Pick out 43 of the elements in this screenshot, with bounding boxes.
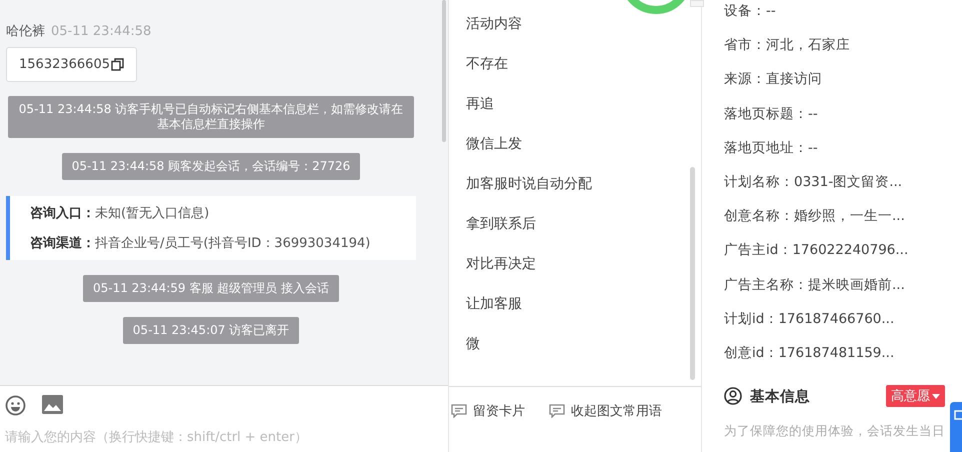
system-notice: 05-11 23:44:58 访客手机号已自动标记右侧基本信息栏，如需修改请在基本信息栏直接操作 bbox=[8, 96, 414, 138]
scrollbar[interactable] bbox=[442, 0, 446, 142]
detail-field: 创意id：176187481159... bbox=[724, 338, 962, 374]
inquiry-info-line: 咨询渠道：抖音企业号/员工号(抖音号ID：36993034194) bbox=[30, 234, 372, 252]
detail-field: 来源：直接访问 bbox=[724, 65, 962, 100]
detail-field: 广告主id：176022240796... bbox=[724, 236, 962, 270]
sender-name: 哈伦裤 bbox=[6, 23, 45, 40]
phrase-item[interactable]: 再追 bbox=[466, 92, 701, 132]
scrollbar[interactable] bbox=[690, 167, 695, 380]
section-title: 基本信息 bbox=[750, 388, 811, 406]
caret-icon bbox=[932, 394, 940, 399]
message-icon bbox=[451, 404, 467, 418]
phrase-action-button[interactable]: 留资卡片 bbox=[451, 401, 525, 421]
phone-message: 15632366605 bbox=[6, 47, 137, 82]
detail-field: 落地页地址：-- bbox=[724, 134, 962, 168]
detail-field: 省市：河北，石家庄 bbox=[724, 31, 962, 66]
phrase-item[interactable]: 微 bbox=[466, 332, 701, 372]
phrase-action-button[interactable]: 收起图文常用语 bbox=[549, 401, 662, 421]
detail-field: 计划id：176187466760... bbox=[724, 304, 962, 339]
system-notice: 05-11 23:45:07 访客已离开 bbox=[122, 317, 300, 344]
phrase-item[interactable]: 拿到联系后 bbox=[466, 212, 701, 252]
user-icon bbox=[724, 387, 742, 406]
phrase-item[interactable]: 不存在 bbox=[466, 52, 701, 92]
copy-icon[interactable] bbox=[110, 58, 124, 71]
detail-field: 创意名称：婚纱照，一生一... bbox=[724, 202, 962, 236]
message-time: 05-11 23:44:58 bbox=[51, 24, 152, 39]
system-notice: 05-11 23:44:59 客服 超级管理员 接入会话 bbox=[82, 275, 340, 302]
phrase-item[interactable]: 让加客服 bbox=[466, 292, 701, 332]
image-icon[interactable] bbox=[42, 395, 63, 414]
intent-tag-dropdown[interactable]: 高意愿 bbox=[886, 385, 945, 408]
privacy-note: 为了保障您的使用体验，会话发生当日 bbox=[724, 423, 946, 440]
phrase-item[interactable]: 微信上发 bbox=[466, 132, 701, 172]
system-notice: 05-11 23:44:58 顾客发起会话，会话编号：27726 bbox=[62, 153, 360, 180]
phrase-item[interactable]: 加客服时说自动分配 bbox=[466, 172, 701, 212]
phrase-item[interactable]: 活动内容 bbox=[466, 12, 701, 52]
emoji-icon[interactable] bbox=[5, 395, 26, 416]
detail-field: 广告主名称：提米映画婚前... bbox=[724, 270, 962, 305]
detail-field: 计划名称：0331-图文留资... bbox=[724, 168, 962, 202]
detail-field: 落地页标题：-- bbox=[724, 100, 962, 134]
phrase-item[interactable]: 对比再决定 bbox=[466, 252, 701, 292]
detail-field: 设备：-- bbox=[724, 0, 962, 32]
inquiry-info-line: 咨询入口：未知(暂无入口信息) bbox=[30, 204, 210, 222]
message-icon bbox=[549, 404, 565, 418]
